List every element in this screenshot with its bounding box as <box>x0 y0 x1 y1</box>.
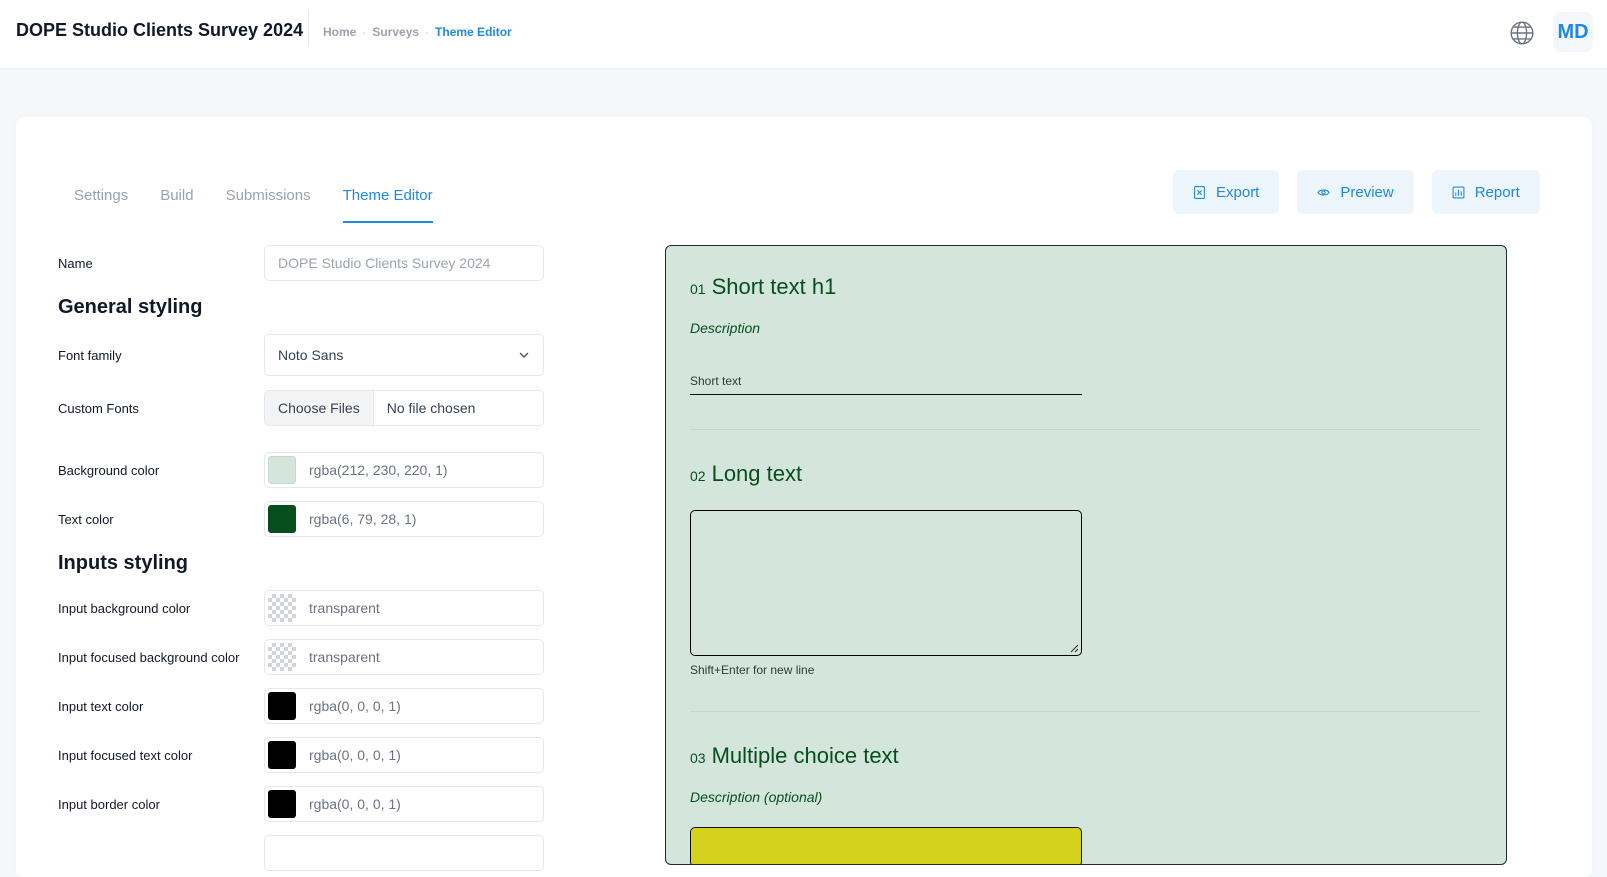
short-text-input[interactable]: Short text <box>690 374 1082 395</box>
next-setting-input[interactable] <box>264 835 544 871</box>
avatar[interactable]: MD <box>1553 12 1593 52</box>
theme-preview-panel: 01 Short text h1 Description Short text … <box>665 245 1507 865</box>
tab-submissions[interactable]: Submissions <box>226 187 311 223</box>
action-buttons: Export Preview Report <box>1173 170 1540 214</box>
question-1-description: Description <box>690 320 761 336</box>
input-text-value: rgba(0, 0, 0, 1) <box>309 698 401 714</box>
question-1-heading: 01 Short text h1 <box>690 274 836 300</box>
input-bg-label: Input background color <box>58 600 191 616</box>
header-divider <box>308 10 309 46</box>
input-bg-swatch[interactable] <box>268 594 296 622</box>
font-family-select[interactable]: Noto Sans <box>264 334 544 376</box>
question-1-title: Short text h1 <box>711 274 837 299</box>
preview-button[interactable]: Preview <box>1297 170 1414 214</box>
question-3-description: Description (optional) <box>690 789 823 805</box>
input-focused-bg-value: transparent <box>309 649 380 665</box>
eye-icon <box>1317 189 1331 195</box>
breadcrumb-separator: - <box>362 25 367 39</box>
question-separator <box>690 711 1480 712</box>
font-family-value: Noto Sans <box>278 347 344 363</box>
tab-theme-editor[interactable]: Theme Editor <box>342 187 433 223</box>
input-focused-text-row: Input focused text color rgba(0, 0, 0, 1… <box>58 736 558 774</box>
input-border-row: Input border color rgba(0, 0, 0, 1) <box>58 785 558 823</box>
name-row: Name DOPE Studio Clients Survey 2024 <box>58 244 558 282</box>
background-color-row: Background color rgba(212, 230, 220, 1) <box>58 451 558 489</box>
input-border-label: Input border color <box>58 796 160 812</box>
text-color-input[interactable]: rgba(6, 79, 28, 1) <box>264 501 544 537</box>
chart-icon <box>1452 186 1465 198</box>
input-focused-text-value: rgba(0, 0, 0, 1) <box>309 747 401 763</box>
input-focused-bg-label: Input focused background color <box>58 649 240 665</box>
input-border-swatch[interactable] <box>268 790 296 818</box>
font-family-label: Font family <box>58 347 122 363</box>
file-x-icon <box>1194 185 1205 199</box>
breadcrumb: Home - Surveys - Theme Editor <box>323 25 512 39</box>
text-color-value: rgba(6, 79, 28, 1) <box>309 511 417 527</box>
report-button[interactable]: Report <box>1431 170 1540 214</box>
text-color-swatch[interactable] <box>268 505 296 533</box>
report-button-label: Report <box>1474 183 1520 201</box>
question-2-title: Long text <box>711 461 803 486</box>
custom-fonts-label: Custom Fonts <box>58 400 139 416</box>
input-focused-text-input[interactable]: rgba(0, 0, 0, 1) <box>264 737 544 773</box>
background-color-label: Background color <box>58 462 160 478</box>
export-button-label: Export <box>1216 183 1260 201</box>
tab-build[interactable]: Build <box>160 187 193 223</box>
input-focused-bg-swatch[interactable] <box>268 643 296 671</box>
inputs-styling-title: Inputs styling <box>58 552 188 574</box>
question-1-number: 01 <box>690 281 706 297</box>
background-color-swatch[interactable] <box>268 456 296 484</box>
preview-button-label: Preview <box>1340 183 1394 201</box>
font-family-row: Font family Noto Sans <box>58 334 558 376</box>
custom-fonts-row: Custom Fonts Choose Files No file chosen <box>58 389 558 427</box>
question-separator <box>690 429 1480 430</box>
question-2-heading: 02 Long text <box>690 461 802 487</box>
input-border-value: rgba(0, 0, 0, 1) <box>309 796 401 812</box>
input-text-row: Input text color rgba(0, 0, 0, 1) <box>58 687 558 725</box>
input-border-input[interactable]: rgba(0, 0, 0, 1) <box>264 786 544 822</box>
question-3-heading: 03 Multiple choice text <box>690 743 899 769</box>
custom-fonts-file-input[interactable]: Choose Files No file chosen <box>264 390 544 426</box>
breadcrumb-separator: - <box>425 25 430 39</box>
background-color-input[interactable]: rgba(212, 230, 220, 1) <box>264 452 544 488</box>
input-focused-bg-row: Input focused background color transpare… <box>58 638 558 676</box>
general-styling-title: General styling <box>58 296 203 318</box>
input-focused-text-label: Input focused text color <box>58 747 193 763</box>
input-text-label: Input text color <box>58 698 144 714</box>
breadcrumb-home[interactable]: Home <box>323 25 356 39</box>
input-focused-text-swatch[interactable] <box>268 741 296 769</box>
name-input[interactable]: DOPE Studio Clients Survey 2024 <box>264 245 544 281</box>
input-focused-bg-input[interactable]: transparent <box>264 639 544 675</box>
background-color-value: rgba(212, 230, 220, 1) <box>309 462 448 478</box>
tab-settings[interactable]: Settings <box>74 187 128 223</box>
question-3-number: 03 <box>690 750 706 766</box>
app-title: DOPE Studio Clients Survey 2024 <box>16 20 304 40</box>
tab-bar: Settings Build Submissions Theme Editor <box>74 187 433 223</box>
text-color-label: Text color <box>58 511 114 527</box>
breadcrumb-surveys[interactable]: Surveys <box>372 25 419 39</box>
input-text-input[interactable]: rgba(0, 0, 0, 1) <box>264 688 544 724</box>
long-text-hint: Shift+Enter for new line <box>690 663 815 677</box>
top-header: DOPE Studio Clients Survey 2024 Home - S… <box>0 0 1607 68</box>
choose-files-button[interactable]: Choose Files <box>265 391 374 425</box>
export-button[interactable]: Export <box>1173 170 1280 214</box>
long-text-textarea[interactable] <box>690 510 1082 656</box>
name-label: Name <box>58 255 93 271</box>
question-2-number: 02 <box>690 468 706 484</box>
resize-grip-icon[interactable] <box>1070 644 1079 653</box>
chevron-down-icon <box>519 352 529 358</box>
input-bg-input[interactable]: transparent <box>264 590 544 626</box>
no-file-text: No file chosen <box>386 400 476 416</box>
question-3-title: Multiple choice text <box>711 743 899 768</box>
input-bg-value: transparent <box>309 600 380 616</box>
breadcrumb-current: Theme Editor <box>435 25 512 39</box>
globe-icon[interactable] <box>1509 20 1535 46</box>
multiple-choice-option[interactable] <box>690 827 1082 864</box>
input-text-swatch[interactable] <box>268 692 296 720</box>
text-color-row: Text color rgba(6, 79, 28, 1) <box>58 500 558 538</box>
input-bg-row: Input background color transparent <box>58 589 558 627</box>
next-setting-row <box>58 834 558 872</box>
